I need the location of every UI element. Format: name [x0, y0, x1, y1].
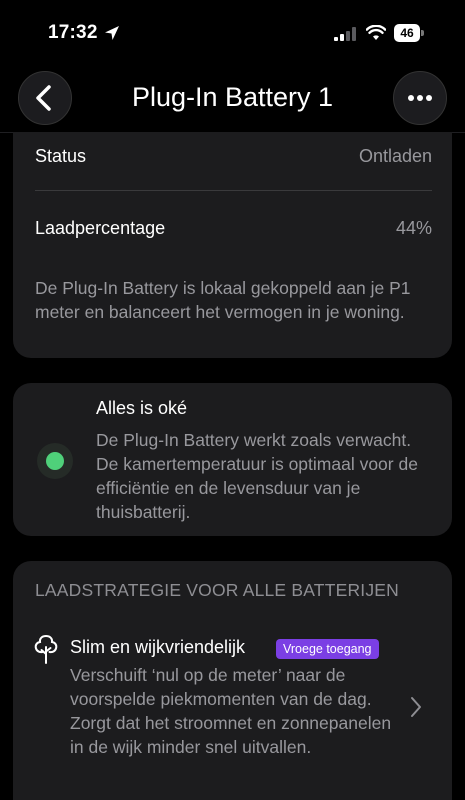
more-options-button[interactable] — [393, 71, 447, 125]
nav-bar: Plug-In Battery 1 — [0, 64, 465, 133]
early-access-badge: Vroege toegang — [276, 639, 379, 659]
battery-icon: 46 — [394, 24, 424, 42]
battery-level: 46 — [394, 24, 420, 42]
chevron-right-icon[interactable] — [409, 695, 423, 719]
location-arrow-icon — [105, 26, 119, 40]
tree-icon — [34, 635, 58, 664]
cellular-signal-icon — [334, 27, 356, 41]
status-value: Ontladen — [358, 146, 432, 166]
status-bar: 17:32 46 — [0, 0, 465, 64]
chevron-left-icon — [36, 85, 51, 111]
more-dots-icon — [408, 95, 432, 101]
wifi-icon — [366, 25, 386, 40]
back-button[interactable] — [18, 71, 72, 125]
battery-description: De Plug-In Battery is lokaal gekoppeld a… — [35, 278, 411, 322]
strategy-description: Verschuift ‘nul op de meter’ naar de voo… — [70, 665, 392, 757]
clock: 17:32 — [48, 22, 98, 43]
charging-strategy-card: LAADSTRATEGIE VOOR ALLE BATTERIJEN Slim … — [13, 561, 452, 800]
battery-details-card: Status Ontladen Laadpercentage 44% De Pl… — [13, 132, 452, 358]
health-title: Alles is oké — [96, 398, 188, 418]
health-text: De Plug-In Battery werkt zoals verwacht.… — [96, 430, 418, 522]
section-header: LAADSTRATEGIE VOOR ALLE BATTERIJEN — [35, 580, 400, 600]
divider — [35, 190, 432, 191]
status-indicator-dot — [46, 452, 64, 470]
page-title: Plug-In Battery 1 — [131, 82, 334, 112]
charge-label: Laadpercentage — [35, 218, 166, 238]
status-label: Status — [35, 146, 87, 166]
charge-value: 44% — [395, 218, 432, 238]
strategy-title[interactable]: Slim en wijkvriendelijk — [70, 637, 245, 658]
health-status-card: Alles is oké De Plug-In Battery werkt zo… — [13, 383, 452, 536]
